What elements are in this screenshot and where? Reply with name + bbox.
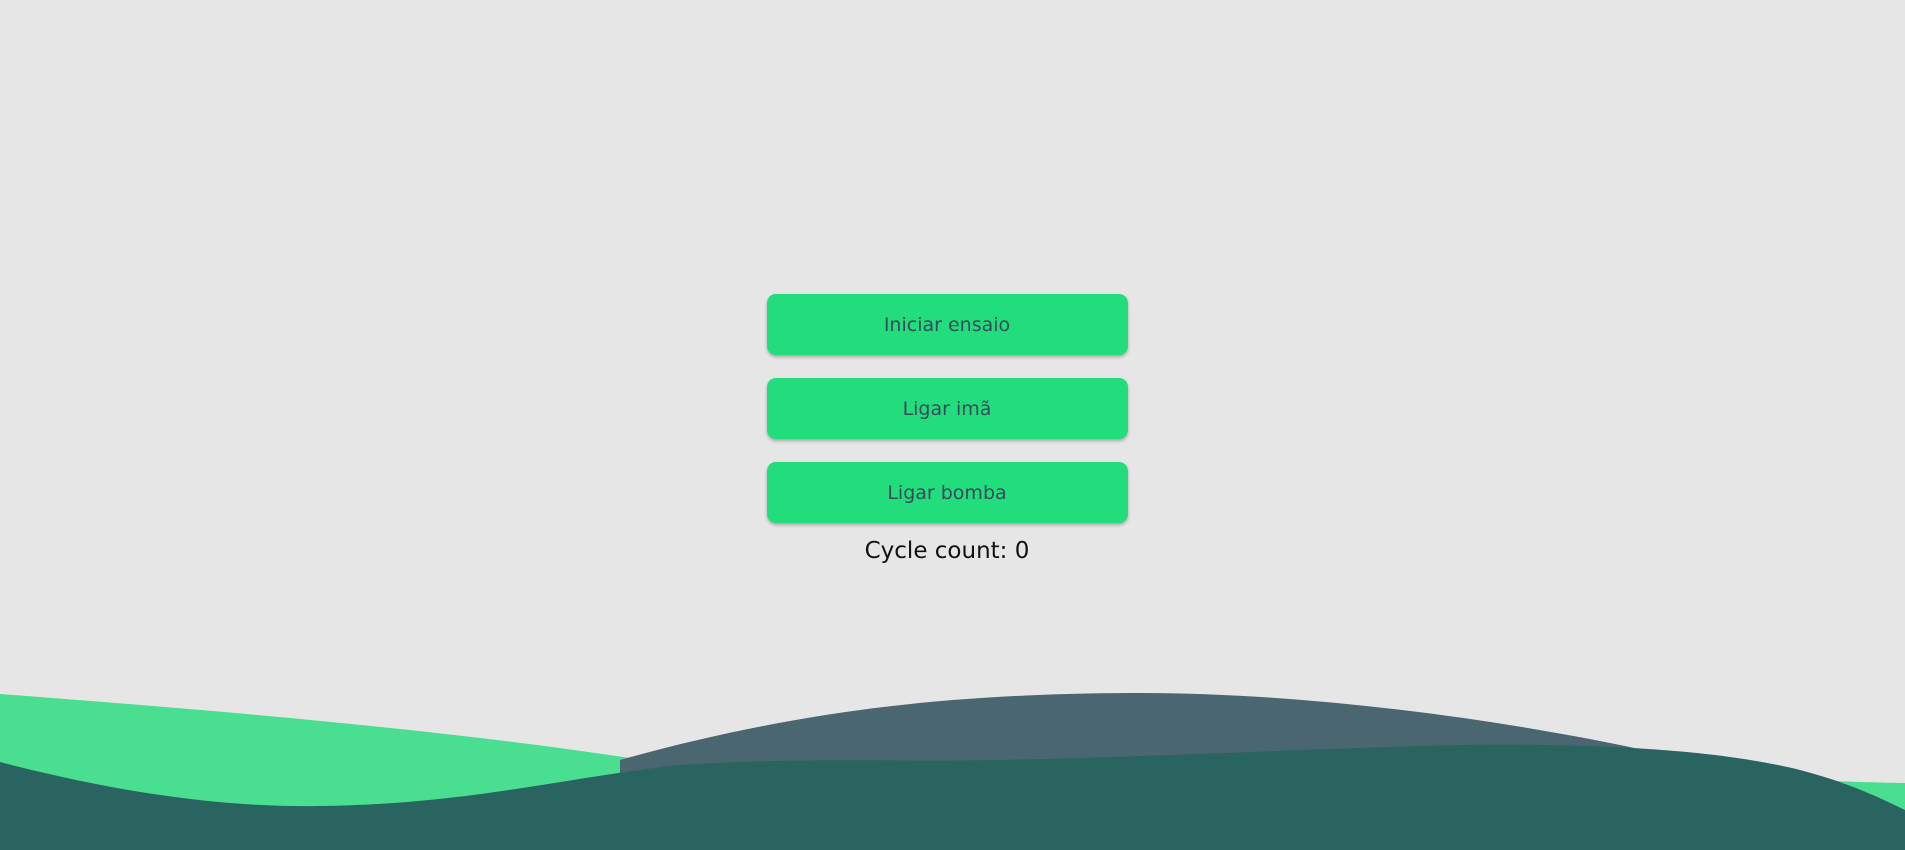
start-test-button[interactable]: Iniciar ensaio <box>766 294 1128 355</box>
wave-decoration <box>0 692 1905 850</box>
cycle-count-label: Cycle count: 0 <box>864 538 1030 564</box>
control-panel: Iniciar ensaio Ligar imã Ligar bomba Cyc… <box>766 294 1128 564</box>
magnet-toggle-button[interactable]: Ligar imã <box>766 378 1128 439</box>
pump-toggle-button[interactable]: Ligar bomba <box>766 462 1128 523</box>
page: Iniciar ensaio Ligar imã Ligar bomba Cyc… <box>0 0 1905 850</box>
